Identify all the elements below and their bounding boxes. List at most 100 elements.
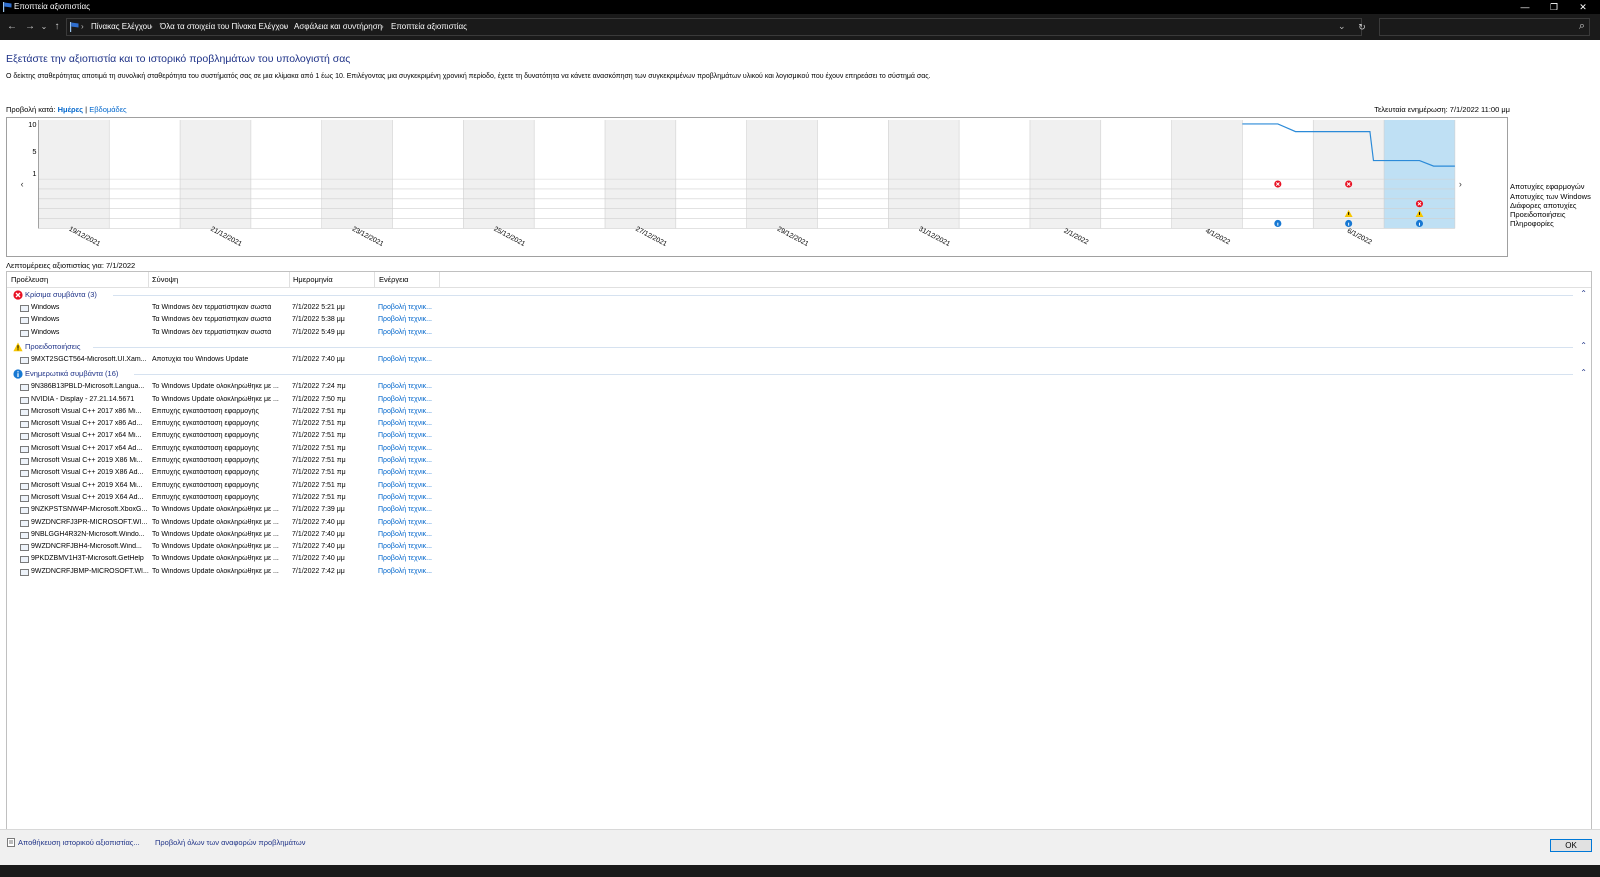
column-header-date[interactable]: Ημερομηνία — [293, 275, 333, 284]
table-row[interactable]: 9NBLGGH4R32N-Microsoft.Windo... Το Window… — [7, 529, 1591, 541]
table-row[interactable]: 9WZDNCRFJBH4-Microsoft.Wind... Το Windows… — [7, 541, 1591, 553]
collapse-chevron-icon[interactable]: ⌃ — [1580, 289, 1587, 298]
view-days-link[interactable]: Ημέρες — [58, 105, 84, 114]
view-technical-details-link[interactable]: Προβολή τεχνικ... — [378, 304, 432, 311]
view-technical-details-link[interactable]: Προβολή τεχνικ... — [378, 420, 432, 427]
collapse-chevron-icon[interactable]: ⌃ — [1580, 368, 1587, 377]
save-history-link[interactable]: Αποθήκευση ιστορικού αξιοπιστίας... — [18, 838, 140, 847]
column-header-action[interactable]: Ενέργεια — [379, 275, 408, 284]
column-divider[interactable] — [439, 272, 440, 288]
view-technical-details-link[interactable]: Προβολή τεχνικ... — [378, 316, 432, 323]
event-group-warning[interactable]: Προειδοποιήσεις ⌃ — [7, 341, 1591, 353]
table-row[interactable]: Microsoft Visual C++ 2019 X64 Ad... Επιτυ… — [7, 492, 1591, 504]
stability-chart[interactable]: 10 5 1 19/12/2021 21/12/2021 23/12/2021 25/12/… — [6, 117, 1508, 257]
restore-button[interactable]: ❐ — [1541, 0, 1567, 14]
view-all-reports-link[interactable]: Προβολή όλων των αναφορών προβλημάτων — [155, 838, 305, 847]
day-column[interactable] — [1029, 119, 1101, 229]
view-technical-details-link[interactable]: Προβολή τεχνικ... — [378, 457, 432, 464]
close-button[interactable]: ✕ — [1570, 0, 1596, 14]
view-technical-details-link[interactable]: Προβολή τεχνικ... — [378, 408, 432, 415]
day-column[interactable] — [38, 119, 110, 229]
table-row[interactable]: Microsoft Visual C++ 2017 x86 Ad... Επιτυ… — [7, 418, 1591, 430]
event-group-error[interactable]: Κρίσιμα συμβάντα (3) ⌃ — [7, 289, 1591, 301]
day-column[interactable] — [888, 119, 960, 229]
view-technical-details-link[interactable]: Προβολή τεχνικ... — [378, 506, 432, 513]
table-row[interactable]: 9PKDZBMV1H3T-Microsoft.GetHelp Το Windows… — [7, 553, 1591, 565]
table-row[interactable]: 9NZKPSTSNW4P-Microsoft.XboxG... Το Window… — [7, 504, 1591, 516]
day-column[interactable] — [321, 119, 393, 229]
table-row[interactable]: Windows Τα Windows δεν τερματίστηκαν σωστ… — [7, 314, 1591, 326]
breadcrumb-all-items[interactable]: Όλα τα στοιχεία του Πίνακα Ελέγχου — [160, 22, 288, 31]
view-technical-details-link[interactable]: Προβολή τεχνικ... — [378, 519, 432, 526]
view-technical-details-link[interactable]: Προβολή τεχνικ... — [378, 494, 432, 501]
day-column[interactable] — [746, 119, 818, 229]
view-technical-details-link[interactable]: Προβολή τεχνικ... — [378, 356, 432, 363]
address-bar[interactable]: › Πίνακας Ελέγχου › Όλα τα στοιχεία του … — [66, 18, 1362, 36]
event-group-info[interactable]: Ενημερωτικά συμβάντα (16) ⌃ — [7, 368, 1591, 380]
x-tick-label: 29/12/2021 — [776, 226, 810, 248]
day-column[interactable] — [392, 119, 464, 229]
view-weeks-link[interactable]: Εβδομάδες — [89, 105, 126, 114]
day-column[interactable] — [1100, 119, 1172, 229]
day-column[interactable] — [959, 119, 1030, 229]
view-technical-details-link[interactable]: Προβολή τεχνικ... — [378, 383, 432, 390]
table-row[interactable]: 9WZDNCRFJ3PR-MICROSOFT.WI... Το Windows U… — [7, 517, 1591, 529]
application-icon — [20, 494, 29, 502]
day-column[interactable] — [675, 119, 747, 229]
forward-button[interactable]: → — [24, 20, 36, 34]
breadcrumb-security-maintenance[interactable]: Ασφάλεια και συντήρηση — [294, 22, 382, 31]
day-column[interactable] — [1242, 119, 1314, 229]
minimize-button[interactable]: — — [1512, 0, 1538, 14]
day-column[interactable] — [605, 119, 676, 229]
up-button[interactable]: ↑ — [51, 20, 63, 34]
day-column[interactable] — [180, 119, 251, 229]
row-date: 7/1/2022 7:51 πμ — [292, 420, 346, 428]
row-source: Windows — [31, 304, 60, 311]
view-technical-details-link[interactable]: Προβολή τεχνικ... — [378, 555, 432, 562]
table-row[interactable]: Microsoft Visual C++ 2017 x64 Ad... Επιτυ… — [7, 443, 1591, 455]
view-technical-details-link[interactable]: Προβολή τεχνικ... — [378, 531, 432, 538]
scroll-left-button[interactable]: ‹ — [21, 179, 24, 189]
column-divider[interactable] — [289, 272, 290, 288]
table-row[interactable]: Microsoft Visual C++ 2019 X64 Mi... Επιτυ… — [7, 480, 1591, 492]
view-technical-details-link[interactable]: Προβολή τεχνικ... — [378, 543, 432, 550]
view-technical-details-link[interactable]: Προβολή τεχνικ... — [378, 396, 432, 403]
table-row[interactable]: Microsoft Visual C++ 2017 x86 Mi... Επιτυ… — [7, 406, 1591, 418]
view-technical-details-link[interactable]: Προβολή τεχνικ... — [378, 469, 432, 476]
table-row[interactable]: 9WZDNCRFJBMP-MICROSOFT.WI... Το Windows U… — [7, 566, 1591, 578]
day-column[interactable] — [109, 119, 181, 229]
table-row[interactable]: 9MXT2SGCT564-Microsoft.UI.Xam... Αποτυχία… — [7, 354, 1591, 366]
ok-button[interactable]: OK — [1550, 839, 1592, 852]
table-row[interactable]: Microsoft Visual C++ 2019 X86 Mi... Επιτυ… — [7, 455, 1591, 467]
view-technical-details-link[interactable]: Προβολή τεχνικ... — [378, 568, 432, 575]
table-row[interactable]: Microsoft Visual C++ 2017 x64 Mi... Επιτυ… — [7, 430, 1591, 442]
day-column[interactable] — [250, 119, 322, 229]
table-row[interactable]: 9N386B13PBLD-Microsoft.Langua... Το Windo… — [7, 381, 1591, 393]
column-divider[interactable] — [374, 272, 375, 288]
back-button[interactable]: ← — [6, 20, 18, 34]
column-divider[interactable] — [148, 272, 149, 288]
breadcrumb-reliability-monitor[interactable]: Εποπτεία αξιοπιστίας — [391, 22, 467, 31]
view-technical-details-link[interactable]: Προβολή τεχνικ... — [378, 432, 432, 439]
table-row[interactable]: Microsoft Visual C++ 2019 X86 Ad... Επιτυ… — [7, 467, 1591, 479]
search-input[interactable]: ⌕ — [1379, 18, 1590, 36]
day-column[interactable] — [534, 119, 606, 229]
column-header-source[interactable]: Προέλευση — [11, 275, 48, 284]
view-technical-details-link[interactable]: Προβολή τεχνικ... — [378, 445, 432, 452]
row-source: Microsoft Visual C++ 2019 X86 Ad... — [31, 469, 144, 477]
view-technical-details-link[interactable]: Προβολή τεχνικ... — [378, 482, 432, 489]
collapse-chevron-icon[interactable]: ⌃ — [1580, 341, 1587, 350]
address-dropdown-button[interactable]: ⌄ — [1338, 21, 1346, 32]
scroll-right-button[interactable]: › — [1459, 179, 1462, 189]
view-technical-details-link[interactable]: Προβολή τεχνικ... — [378, 329, 432, 336]
recent-locations-button[interactable]: ⌄ — [38, 20, 50, 34]
day-column[interactable] — [817, 119, 889, 229]
day-column[interactable] — [1171, 119, 1243, 229]
table-row[interactable]: Windows Τα Windows δεν τερματίστηκαν σωστ… — [7, 327, 1591, 339]
column-header-summary[interactable]: Σύνοψη — [152, 275, 178, 284]
table-row[interactable]: NVIDIA - Display - 27.21.14.5671 Το Windo… — [7, 394, 1591, 406]
day-column[interactable] — [463, 119, 535, 229]
table-row[interactable]: Windows Τα Windows δεν τερματίστηκαν σωστ… — [7, 302, 1591, 314]
refresh-button[interactable]: ↻ — [1356, 20, 1368, 34]
breadcrumb-control-panel[interactable]: Πίνακας Ελέγχου — [91, 22, 152, 31]
